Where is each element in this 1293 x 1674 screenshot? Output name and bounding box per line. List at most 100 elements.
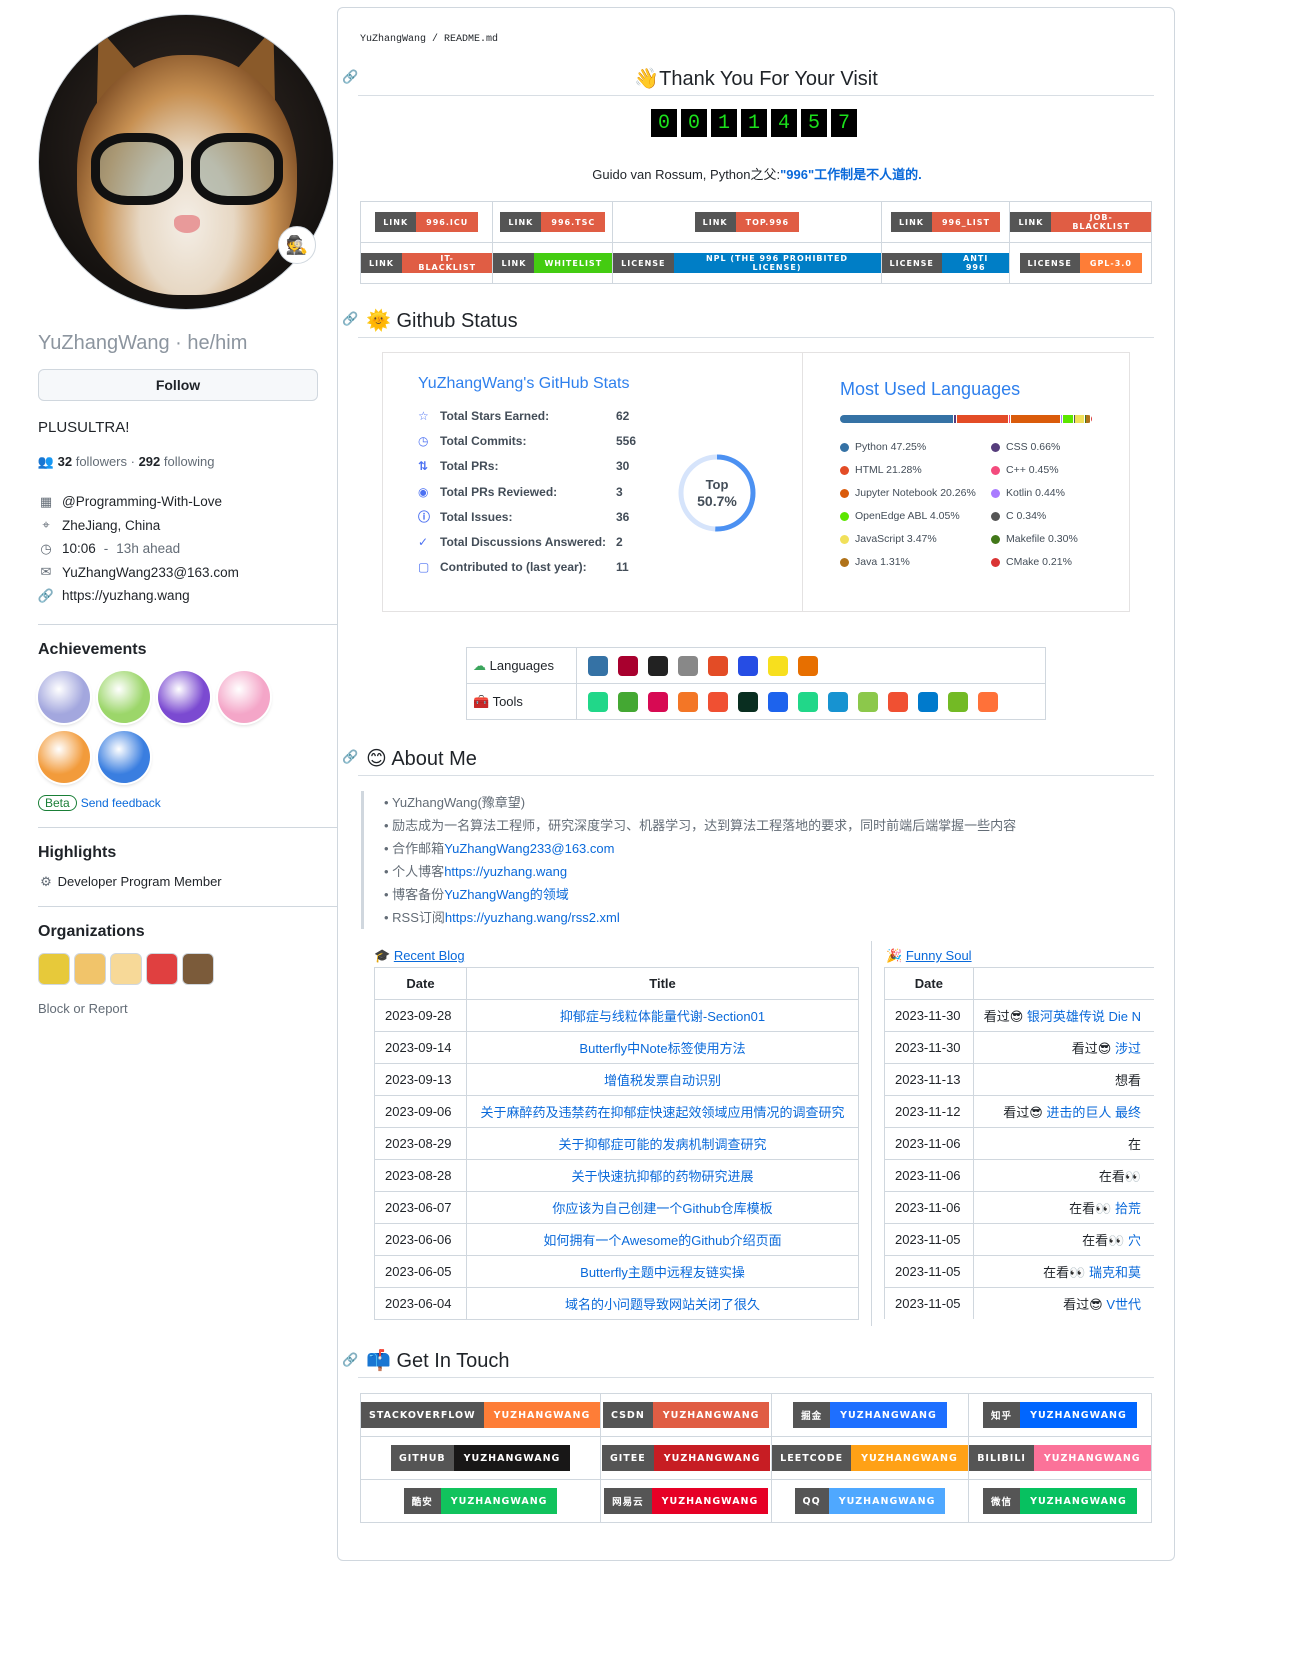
badge[interactable]: LINK 996.ICU (375, 212, 479, 233)
badge[interactable]: CSDN YUZHANGWANG (602, 1402, 770, 1428)
jupyter-icon[interactable] (678, 691, 698, 712)
badge[interactable]: LINK IT-BLACKLIST (361, 253, 493, 274)
status-emoji-icon[interactable]: 🕵️ (278, 226, 316, 264)
achievement-badge[interactable] (98, 670, 150, 723)
c-icon[interactable] (618, 655, 638, 676)
markdown-icon[interactable] (648, 655, 668, 676)
followers-link[interactable]: 32 followers (58, 454, 127, 469)
python-icon[interactable] (588, 655, 608, 676)
email-link[interactable]: YuZhangWang233@163.com (62, 565, 239, 580)
badge[interactable]: LINK 996_LIST (891, 212, 1000, 233)
about-link[interactable]: https://yuzhang.wang/rss2.xml (445, 910, 620, 925)
profile-avatar[interactable] (38, 14, 334, 310)
anchor-link-icon[interactable]: 🔗 (342, 311, 358, 327)
badge[interactable]: BILIBILI YUZHANGWANG (969, 1445, 1151, 1471)
badge[interactable]: 酷安 YUZHANGWANG (403, 1488, 558, 1514)
git-scm-icon[interactable] (888, 691, 908, 712)
funny-soul-link[interactable]: Funny Soul (906, 948, 972, 963)
funny-soul-caption[interactable]: 🎉 Funny Soul (886, 948, 972, 964)
about-link[interactable]: https://yuzhang.wang (444, 864, 567, 879)
achievement-badge[interactable] (38, 730, 90, 783)
recent-blog-link[interactable]: Recent Blog (394, 948, 465, 963)
recent-blog-caption[interactable]: 🎓 Recent Blog (374, 948, 465, 964)
blog-title-link[interactable]: 关于麻醉药及违禁药在抑郁症快速起效领域应用情况的调查研究 (480, 1105, 844, 1120)
arch-icon[interactable] (828, 691, 848, 712)
badge[interactable]: GITHUB YUZHANGWANG (390, 1445, 571, 1471)
website-link[interactable]: https://yuzhang.wang (62, 588, 190, 603)
blog-title-link[interactable]: Butterfly主题中远程友链实操 (580, 1265, 745, 1280)
blog-title-link[interactable]: 你应该为自己创建一个Github仓库模板 (552, 1201, 772, 1216)
vscode-icon[interactable] (918, 691, 938, 712)
org-link[interactable]: @Programming-With-Love (62, 494, 222, 509)
language-bar-segment (1011, 415, 1060, 423)
organization-avatar[interactable] (110, 952, 142, 985)
anaconda-icon[interactable] (618, 691, 638, 712)
blog-title-link[interactable]: 如何拥有一个Awesome的Github介绍页面 (543, 1233, 781, 1248)
django-icon[interactable] (738, 691, 758, 712)
badge[interactable]: 掘金 YUZHANGWANG (793, 1402, 947, 1428)
following-link[interactable]: 292 following (139, 454, 215, 469)
git-icon[interactable] (708, 691, 728, 712)
follow-button[interactable]: Follow (38, 369, 318, 401)
achievement-badge[interactable] (38, 670, 90, 723)
path-user[interactable]: YuZhangWang (360, 34, 426, 45)
latex-icon[interactable] (678, 655, 698, 676)
badge[interactable]: 微信 YUZHANGWANG (983, 1488, 1137, 1514)
organization-avatar[interactable] (146, 952, 178, 985)
send-feedback-link[interactable]: Send feedback (81, 796, 161, 810)
opensuse-icon[interactable] (948, 691, 968, 712)
soul-title-link[interactable]: 进击的巨人 最终 (1046, 1105, 1141, 1120)
organization-avatar[interactable] (74, 952, 106, 985)
badge[interactable]: STACKOVERFLOW YUZHANGWANG (361, 1402, 601, 1428)
about-link[interactable]: YuZhangWang的领域 (444, 887, 569, 902)
soul-title-link[interactable]: 拾荒 (1115, 1201, 1141, 1216)
firefox-icon[interactable] (978, 691, 998, 712)
blog-title-link[interactable]: Butterfly中Note标签使用方法 (579, 1041, 745, 1056)
table-row: 2023-09-28 抑郁症与线粒体能量代谢-Section01 (374, 999, 859, 1032)
java-icon[interactable] (798, 655, 818, 676)
css3-icon[interactable] (738, 655, 758, 676)
quote-link[interactable]: "996"工作制是不人道的. (780, 167, 922, 182)
blog-title-link[interactable]: 域名的小问题导致网站关闭了很久 (565, 1297, 760, 1312)
anchor-link-icon[interactable]: 🔗 (342, 69, 358, 85)
badge[interactable]: LICENSE ANTI 996 (881, 253, 1010, 274)
soul-title-link[interactable]: 穴 (1128, 1233, 1141, 1248)
javascript-icon[interactable] (768, 655, 788, 676)
badge[interactable]: QQ YUZHANGWANG (794, 1488, 946, 1514)
stat-label: Total Stars Earned: (440, 408, 550, 423)
badge[interactable]: LINK JOB-BLACKLIST (1010, 212, 1151, 233)
soul-title-link[interactable]: 瑞克和莫 (1089, 1265, 1141, 1280)
html5-icon[interactable] (708, 655, 728, 676)
organization-avatar[interactable] (38, 952, 70, 985)
soul-title-link[interactable]: 银河英雄传说 Die N (1027, 1009, 1141, 1024)
badge[interactable]: LEETCODE YUZHANGWANG (772, 1445, 968, 1471)
blog-title-link[interactable]: 增值税发票自动识别 (604, 1073, 721, 1088)
about-link[interactable]: YuZhangWang233@163.com (444, 841, 614, 856)
achievement-badge[interactable] (98, 730, 150, 783)
soul-title-link[interactable]: V世代 (1106, 1297, 1141, 1312)
pycharm-icon[interactable] (588, 691, 608, 712)
badge[interactable]: 网易云 YUZHANGWANG (604, 1488, 769, 1514)
badge[interactable]: 知乎 YUZHANGWANG (983, 1402, 1137, 1428)
badge[interactable]: LINK 996.TSC (500, 212, 606, 233)
block-report-link[interactable]: Block or Report (38, 1001, 338, 1016)
debian-icon[interactable] (648, 691, 668, 712)
badge[interactable]: LICENSE NPL (THE 996 PROHIBITED LICENSE) (613, 253, 881, 274)
badge[interactable]: LINK TOP.996 (694, 212, 800, 233)
anchor-link-icon[interactable]: 🔗 (342, 749, 358, 765)
badge[interactable]: LICENSE GPL-3.0 (1019, 253, 1142, 274)
organizations-heading: Organizations (38, 922, 145, 940)
blog-title-link[interactable]: 抑郁症与线粒体能量代谢-Section01 (560, 1009, 765, 1024)
anchor-link-icon[interactable]: 🔗 (342, 1352, 358, 1368)
blog-title-link[interactable]: 关于抑郁症可能的发病机制调查研究 (558, 1137, 766, 1152)
achievement-badge[interactable] (158, 670, 210, 723)
badge[interactable]: GITEE YUZHANGWANG (601, 1445, 771, 1471)
clion-icon[interactable] (798, 691, 818, 712)
achievement-badge[interactable] (218, 670, 270, 723)
blog-title-link[interactable]: 关于快速抗抑郁的药物研究进展 (571, 1169, 753, 1184)
soul-title-link[interactable]: 涉过 (1115, 1041, 1141, 1056)
docker-icon[interactable] (768, 691, 788, 712)
nodejs-icon[interactable] (858, 691, 878, 712)
badge[interactable]: LINK WHITELIST (493, 253, 613, 274)
organization-avatar[interactable] (182, 952, 214, 985)
